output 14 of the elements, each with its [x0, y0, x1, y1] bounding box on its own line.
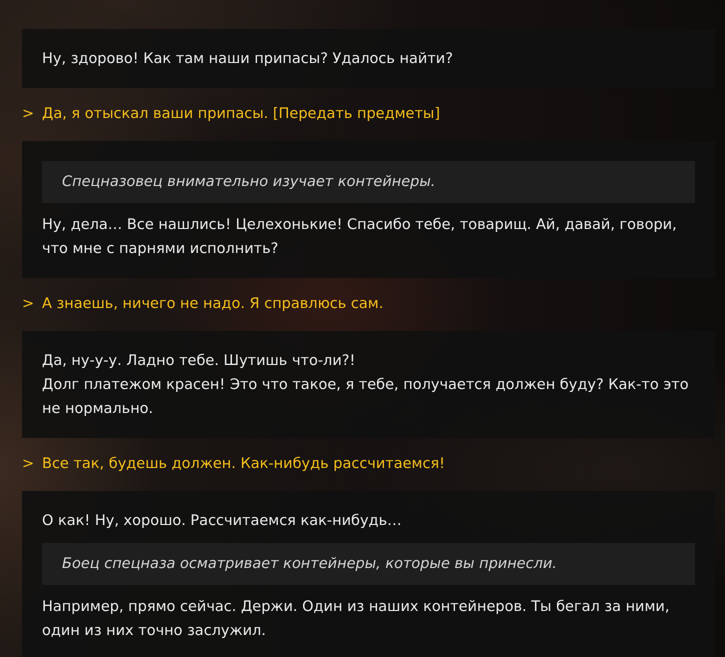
- choice-marker: >: [22, 105, 36, 124]
- npc-speech: Ну, здорово! Как там наши припасы? Удалось найти?: [42, 50, 454, 69]
- player-reply: Все так, будешь должен. Как-нибудь рассчитаемся!: [42, 455, 446, 474]
- npc-speech: О как! Ну, хорошо. Рассчитаемся как-нибудь…: [42, 512, 403, 531]
- player-reply: А знаешь, ничего не надо. Я справлюсь сам.: [42, 295, 384, 314]
- npc-speech: Долг платежом красен! Это что такое, я тебе, получается должен буду? Как-то это не нормально.: [42, 376, 690, 419]
- narration-box: Спецназовец внимательно изучает контейнеры.: [42, 161, 695, 203]
- choice-marker: >: [22, 455, 36, 474]
- narration-box: Боец спецназа осматривает контейнеры, которые вы принесли.: [42, 543, 695, 585]
- npc-speech: Ну, дела… Все нашлись! Целехонькие! Спасибо тебе, товарищ. Ай, давай, говори, что мне с парнями исполнить?: [42, 216, 678, 259]
- choice-marker: >: [22, 295, 36, 314]
- player-reply: Да, я отыскал ваши припасы. [Передать предметы]: [42, 105, 442, 124]
- npc-speech: Да, ну-у-у. Ладно тебе. Шутишь что-ли?!: [42, 352, 356, 371]
- npc-speech: Например, прямо сейчас. Держи. Один из наших контейнеров. Ты бегал за ними, один из них точно заслужил.: [42, 598, 670, 641]
